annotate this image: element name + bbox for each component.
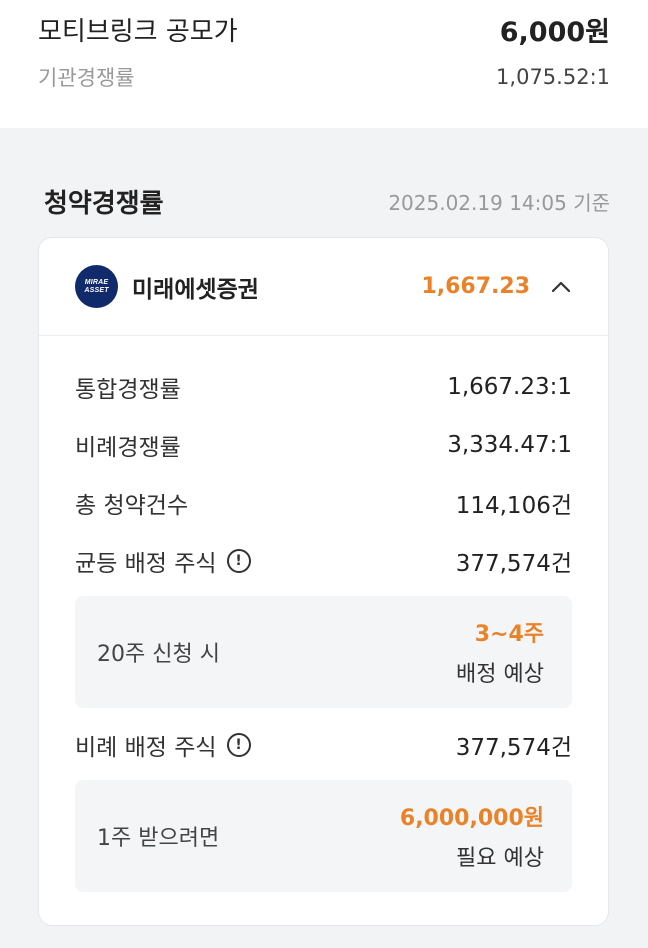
proportional-allocation-row: 비례 배정 주식 ! 377,574건 [75,733,572,761]
proportional-allocation-box: 1주 받으려면 6,000,000원 필요 예상 [75,780,572,892]
offer-price: 6,000원 [499,16,610,48]
broker-card: MIRAE ASSET 미래에셋증권 1,667.23 통합경쟁률 1,667.… [38,237,609,926]
equal-allocation-box: 20주 신청 시 3~4주 배정 예상 [75,596,572,708]
info-icon[interactable]: ! [226,733,251,757]
total-applications-row: 총 청약건수 114,106건 [75,493,572,519]
info-icon[interactable]: ! [226,549,251,573]
mirae-asset-logo: MIRAE ASSET [75,265,118,308]
total-rate-row: 통합경쟁률 1,667.23:1 [75,374,572,403]
equal-allocation-row: 균등 배정 주식 ! 377,574건 [75,549,572,577]
section-header: 청약경쟁률 2025.02.19 14:05 기준 [0,184,648,219]
stock-name: 모티브링크 공모가 [38,16,238,47]
stock-summary: 모티브링크 공모가 6,000원 기관경쟁률 1,075.52:1 [0,0,648,128]
section-title: 청약경쟁률 [44,188,164,219]
expected-shares: 3~4주 [474,622,544,647]
chevron-up-icon[interactable] [550,276,572,298]
broker-rate: 1,667.23 [421,274,530,299]
broker-card-header[interactable]: MIRAE ASSET 미래에셋증권 1,667.23 [39,238,608,336]
basis-timestamp: 2025.02.19 14:05 기준 [388,190,610,215]
broker-name: 미래에셋증권 [132,276,259,303]
required-amount: 6,000,000원 [399,806,544,831]
proportional-rate-row: 비례경쟁률 3,334.47:1 [75,432,572,461]
institution-rate-label: 기관경쟁률 [38,66,135,90]
institution-rate-value: 1,075.52:1 [496,65,610,89]
